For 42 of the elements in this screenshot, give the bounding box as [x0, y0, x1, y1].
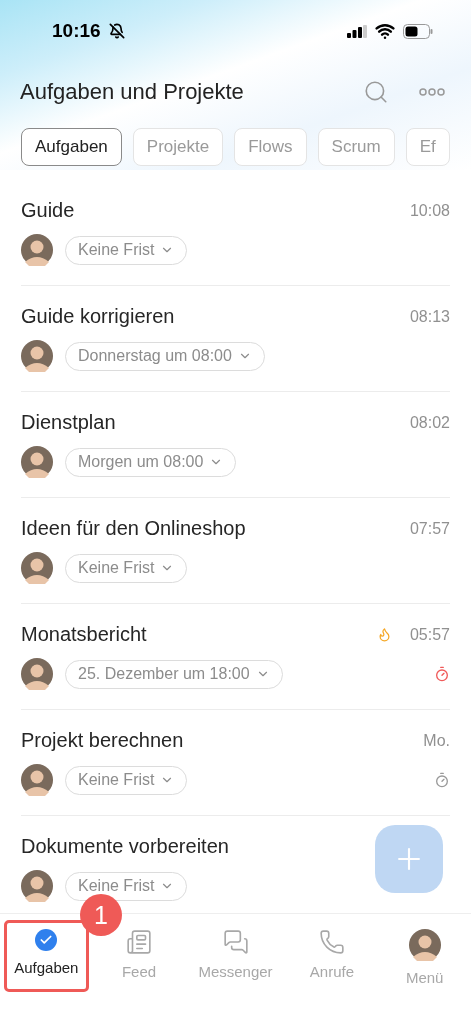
more-icon[interactable] — [419, 88, 445, 96]
deadline-chip[interactable]: Keine Frist — [65, 765, 188, 795]
deadline-chip[interactable]: Keine Frist — [65, 235, 188, 265]
filter-tab[interactable]: Projekte — [132, 128, 224, 166]
deadline-chip[interactable]: Donnerstag um 08:00 — [65, 341, 265, 371]
newspaper-icon — [126, 929, 153, 955]
wifi-icon — [375, 21, 395, 41]
task-time: 08:02 — [409, 413, 450, 432]
filter-tab[interactable]: Ef — [405, 128, 450, 166]
check-circle-icon — [35, 929, 58, 951]
phone-icon — [318, 929, 345, 955]
deadline-chip[interactable]: 25. Dezember um 18:00 — [65, 659, 283, 689]
task-title: Ideen für den Onlineshop — [21, 517, 246, 540]
page-title: Aufgaben und Projekte — [20, 79, 244, 105]
deadline-chip[interactable]: Morgen um 08:00 — [65, 447, 237, 477]
task-time: Mo. — [423, 731, 450, 750]
bell-muted-icon — [108, 23, 125, 39]
filter-tab[interactable]: Flows — [234, 128, 307, 166]
task-title: Monatsbericht — [21, 623, 147, 646]
task-time: 10:08 — [409, 201, 450, 220]
task-title: Dienstplan — [21, 411, 116, 434]
deadline-chip[interactable]: Keine Frist — [65, 871, 188, 901]
signal-icon — [347, 24, 367, 38]
task-title: Guide — [21, 199, 75, 222]
task-time: 07:57 — [409, 519, 450, 538]
filter-tab[interactable]: Aufgaben — [21, 128, 122, 166]
nav-tab[interactable]: Anrufe — [289, 920, 375, 992]
task-title: Guide korrigieren — [21, 305, 175, 328]
nav-tab[interactable]: Messenger — [189, 920, 282, 992]
deadline-chip[interactable]: Keine Frist — [65, 553, 188, 583]
add-button[interactable] — [375, 825, 443, 893]
task-time: 08:13 — [409, 307, 450, 326]
nav-tab[interactable]: Menü — [382, 920, 467, 992]
search-icon[interactable] — [363, 79, 389, 105]
task-title: Projekt berechnen — [21, 729, 184, 752]
task-time: 05:57 — [409, 625, 450, 644]
filter-tab[interactable]: Scrum — [317, 128, 395, 166]
nav-tab[interactable]: Aufgaben — [4, 920, 89, 992]
chat-bubbles-icon — [222, 929, 249, 955]
task-title: Dokumente vorbereiten — [21, 835, 229, 858]
battery-icon — [403, 23, 433, 39]
status-time: 10:16 — [52, 20, 101, 42]
